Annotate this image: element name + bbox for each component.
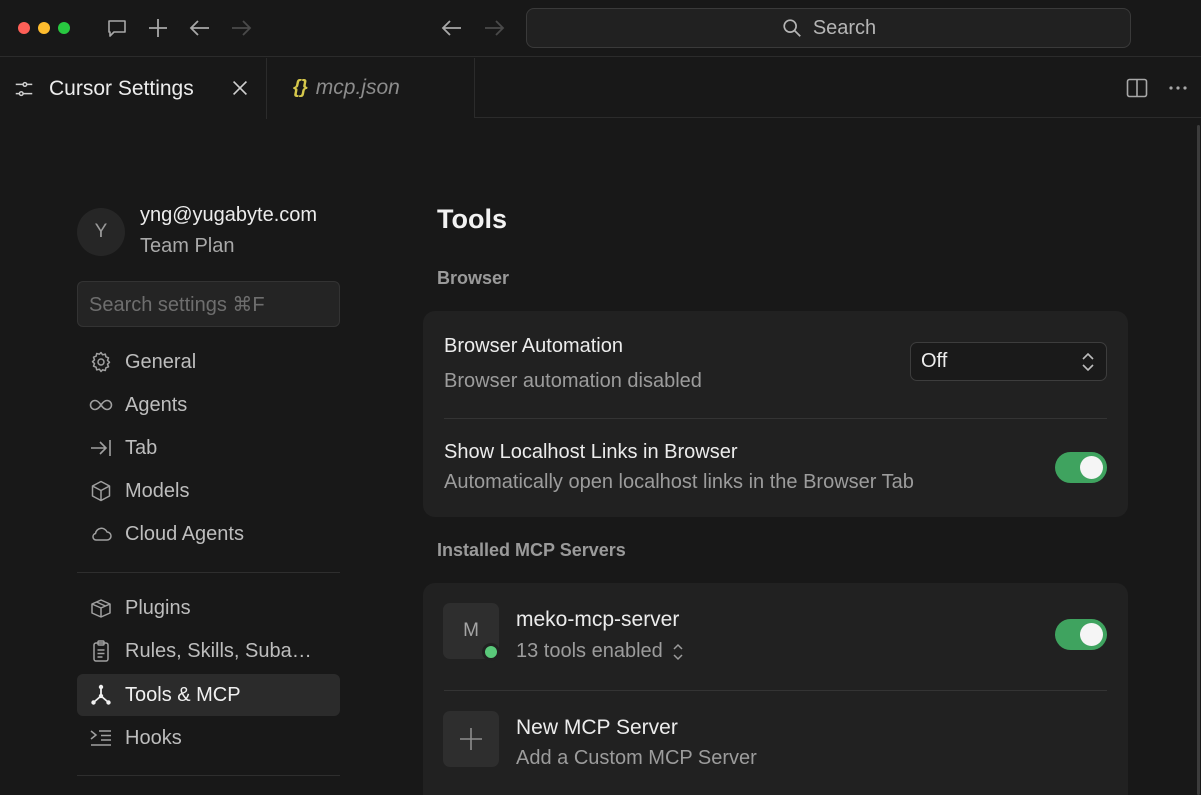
nav-forward-icon[interactable]: [482, 16, 506, 40]
sidebar-item-models[interactable]: Models: [77, 470, 340, 512]
package-icon: [89, 596, 113, 620]
command-search-input[interactable]: Search: [526, 8, 1131, 48]
arrow-right-bar-icon: [89, 436, 113, 460]
settings-search-input[interactable]: Search settings ⌘F: [77, 281, 340, 327]
localhost-links-toggle[interactable]: [1055, 452, 1107, 483]
plus-icon[interactable]: [146, 16, 170, 40]
cube-icon: [89, 479, 113, 503]
split-editor-icon[interactable]: [1125, 76, 1149, 100]
sidebar-item-label: General: [125, 350, 197, 373]
browser-automation-select[interactable]: Off: [910, 342, 1107, 381]
minimize-window-button[interactable]: [38, 22, 50, 34]
close-window-button[interactable]: [18, 22, 30, 34]
user-plan: Team Plan: [140, 235, 235, 257]
vertical-scrollbar[interactable]: [1197, 125, 1200, 795]
tab-label: Cursor Settings: [49, 76, 194, 100]
tools-network-icon: [89, 683, 113, 707]
tab-label: mcp.json: [315, 76, 400, 99]
sidebar-item-tab[interactable]: Tab: [77, 427, 340, 469]
sidebar-item-cloud-agents[interactable]: Cloud Agents: [77, 513, 340, 555]
chevron-up-down-icon: [1078, 351, 1098, 373]
localhost-links-title: Show Localhost Links in Browser: [444, 441, 738, 463]
server-tools-count: 13 tools enabled: [516, 640, 663, 662]
sidebar-item-label: Models: [125, 479, 190, 502]
browser-settings-card: Browser Automation Browser automation di…: [423, 311, 1128, 517]
close-icon[interactable]: [229, 77, 251, 99]
toggle-knob: [1080, 623, 1103, 646]
search-icon: [781, 17, 803, 39]
zoom-window-button[interactable]: [58, 22, 70, 34]
server-name: meko-mcp-server: [516, 608, 680, 631]
sidebar-item-label: Tools & MCP: [125, 683, 241, 706]
avatar[interactable]: Y: [77, 208, 125, 256]
sidebar-item-label: Tab: [125, 436, 158, 459]
gear-icon: [89, 350, 113, 374]
sidebar-item-agents[interactable]: Agents: [77, 384, 340, 426]
tab-cursor-settings[interactable]: Cursor Settings: [0, 58, 267, 119]
browser-automation-subtitle: Browser automation disabled: [444, 370, 702, 392]
server-status-indicator: [482, 643, 500, 661]
cloud-icon: [89, 522, 113, 546]
hooks-icon: [89, 726, 113, 750]
sidebar-item-label: Cloud Agents: [125, 522, 244, 545]
chat-bubble-icon[interactable]: [105, 16, 129, 40]
sidebar-item-label: Rules, Skills, Subagents: [125, 639, 320, 662]
settings-search-placeholder: Search settings ⌘F: [89, 293, 265, 316]
browser-automation-title: Browser Automation: [444, 335, 623, 357]
sidebar-item-hooks[interactable]: Hooks: [77, 717, 340, 759]
sidebar-item-rules-skills-subagents[interactable]: Rules, Skills, Subagents: [77, 630, 340, 672]
settings-sliders-icon: [13, 78, 35, 100]
sidebar-divider: [77, 775, 340, 776]
sidebar-item-tools-mcp[interactable]: Tools & MCP: [77, 674, 340, 716]
forward-arrow-icon[interactable]: [229, 16, 253, 40]
search-placeholder: Search: [812, 16, 877, 39]
section-label-mcp-servers: Installed MCP Servers: [437, 540, 626, 560]
row-divider: [444, 418, 1107, 419]
new-server-title[interactable]: New MCP Server: [516, 716, 678, 740]
nav-back-icon[interactable]: [440, 16, 464, 40]
new-server-subtitle: Add a Custom MCP Server: [516, 747, 757, 769]
sidebar-item-general[interactable]: General: [77, 341, 340, 383]
add-server-button[interactable]: [443, 711, 499, 767]
select-value: Off: [921, 350, 948, 372]
section-label-browser: Browser: [437, 268, 510, 288]
sidebar-item-label: Plugins: [125, 596, 191, 619]
plus-icon: [458, 726, 484, 752]
server-tools-dropdown[interactable]: 13 tools enabled: [516, 640, 685, 663]
sidebar-item-plugins[interactable]: Plugins: [77, 587, 340, 629]
tab-mcp-json[interactable]: {} mcp.json: [267, 58, 475, 118]
clipboard-icon: [89, 639, 113, 663]
sidebar-item-label: Agents: [125, 393, 188, 416]
toggle-knob: [1080, 456, 1103, 479]
server-enabled-toggle[interactable]: [1055, 619, 1107, 650]
title-bar: Search: [0, 0, 1201, 57]
infinity-icon: [89, 393, 113, 417]
row-divider: [444, 690, 1107, 691]
mcp-servers-card: M meko-mcp-server 13 tools enabled New M…: [423, 583, 1128, 795]
editor-tab-bar: Cursor Settings {} mcp.json: [0, 58, 1201, 119]
page-title: Tools: [437, 204, 507, 234]
sidebar-divider: [77, 572, 340, 573]
sidebar-item-label: Hooks: [125, 726, 182, 749]
more-actions-icon[interactable]: [1166, 76, 1190, 100]
localhost-links-subtitle: Automatically open localhost links in th…: [444, 471, 914, 493]
user-email: yng@yugabyte.com: [140, 204, 318, 226]
json-braces-icon: {}: [293, 77, 308, 98]
chevron-up-down-icon: [671, 642, 685, 662]
back-arrow-icon[interactable]: [188, 16, 212, 40]
